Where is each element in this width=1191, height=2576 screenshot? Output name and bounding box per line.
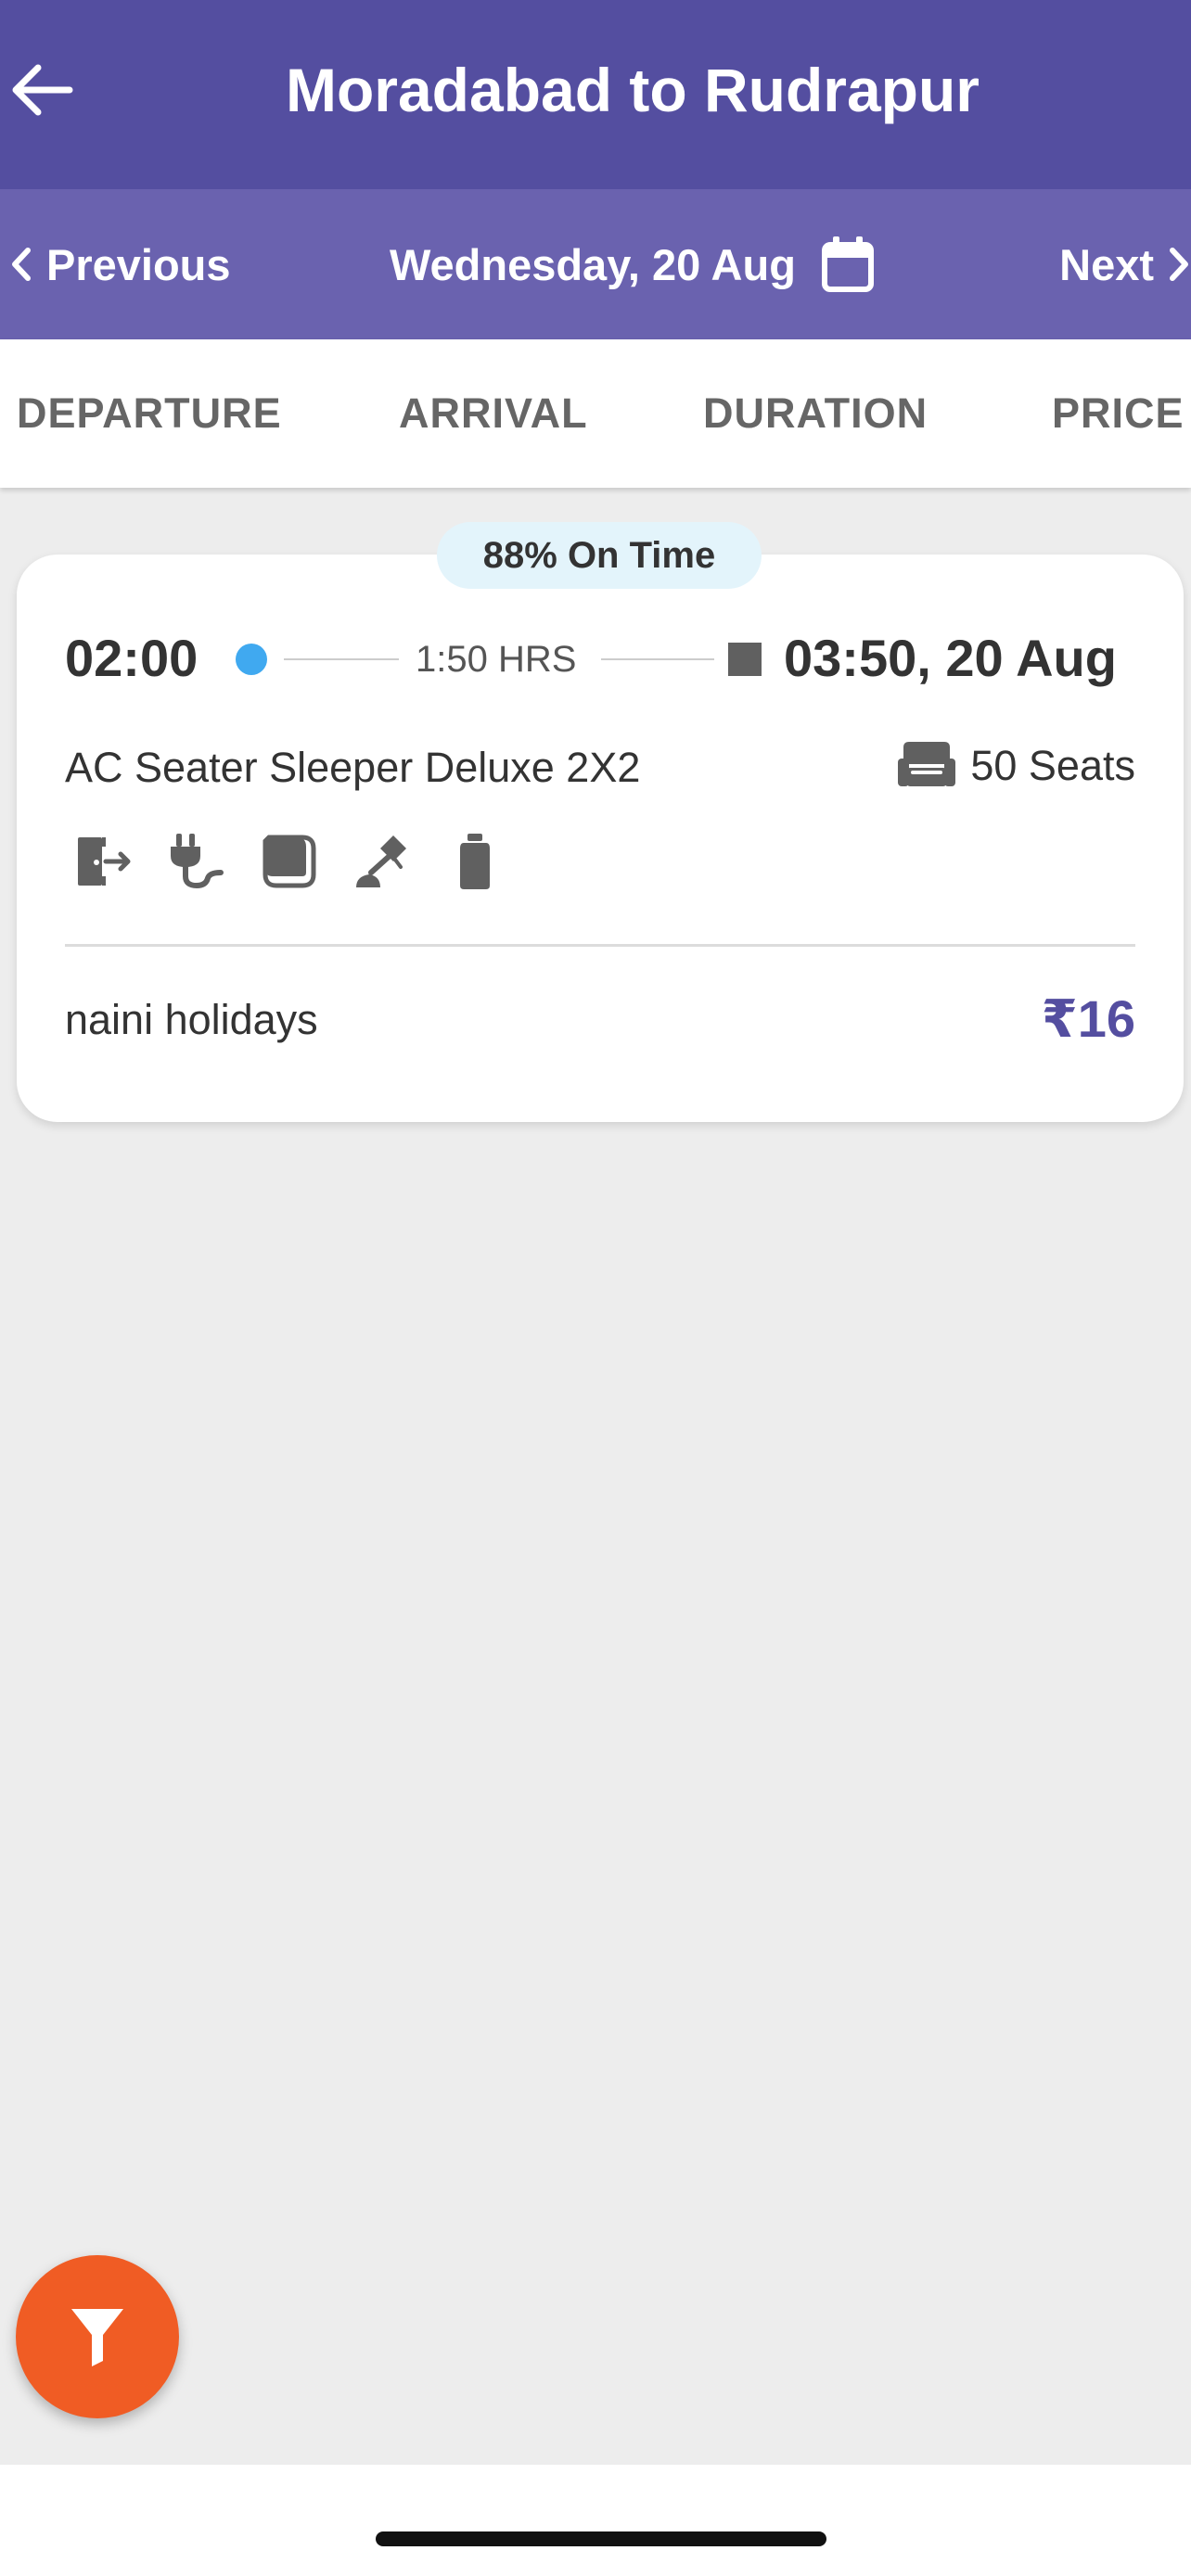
amenities-list — [70, 828, 534, 895]
chevron-right-icon — [1170, 248, 1188, 281]
card-divider — [65, 944, 1135, 947]
journey-duration: 1:50 HRS — [416, 639, 577, 680]
app-header: Moradabad to Rudrapur — [0, 0, 1191, 189]
selected-date: Wednesday, 20 Aug — [390, 239, 796, 289]
emergency-exit-icon — [70, 828, 137, 895]
next-day-button[interactable]: Next — [1059, 189, 1191, 339]
blanket-icon — [256, 828, 323, 895]
previous-day-button[interactable]: Previous — [9, 189, 231, 339]
arrow-left-icon — [12, 64, 73, 116]
seats-count: 50 Seats — [970, 742, 1135, 789]
sort-tabs: DEPARTURE ARRIVAL DURATION PRICE — [0, 339, 1191, 488]
filter-icon — [71, 2309, 123, 2366]
sort-tab-departure[interactable]: DEPARTURE — [17, 339, 282, 488]
bottom-safe-area — [0, 2465, 1191, 2576]
bus-type: AC Seater Sleeper Deluxe 2X2 — [65, 744, 641, 791]
sort-tab-price[interactable]: PRICE — [1052, 339, 1185, 488]
charging-point-icon — [163, 828, 230, 895]
back-button[interactable] — [0, 48, 82, 132]
filter-button[interactable] — [16, 2255, 179, 2418]
date-navigation-bar: Previous Wednesday, 20 Aug Next — [0, 189, 1191, 339]
operator-name: naini holidays — [65, 996, 318, 1043]
departure-time: 02:00 — [65, 629, 198, 687]
previous-day-label: Previous — [46, 239, 231, 289]
seats-available: 50 Seats — [896, 736, 1135, 796]
water-bottle-icon — [442, 828, 508, 895]
departure-dot — [236, 644, 267, 675]
journey-line-right — [601, 658, 714, 660]
reading-light-icon — [349, 828, 416, 895]
home-indicator[interactable] — [376, 2531, 826, 2546]
arrival-marker — [728, 643, 762, 676]
sort-tab-duration[interactable]: DURATION — [703, 339, 928, 488]
on-time-badge: 88% On Time — [437, 522, 762, 589]
sort-tab-arrival[interactable]: ARRIVAL — [399, 339, 588, 488]
chevron-left-icon — [12, 248, 31, 281]
journey-line-left — [284, 658, 399, 660]
page-title: Moradabad to Rudrapur — [285, 56, 980, 124]
date-picker-button[interactable]: Wednesday, 20 Aug — [390, 189, 876, 339]
next-day-label: Next — [1059, 239, 1154, 289]
seat-icon — [898, 742, 956, 786]
arrival-time: 03:50, 20 Aug — [784, 629, 1117, 687]
fare-price: ₹16 — [1041, 989, 1135, 1048]
calendar-icon — [821, 236, 874, 292]
